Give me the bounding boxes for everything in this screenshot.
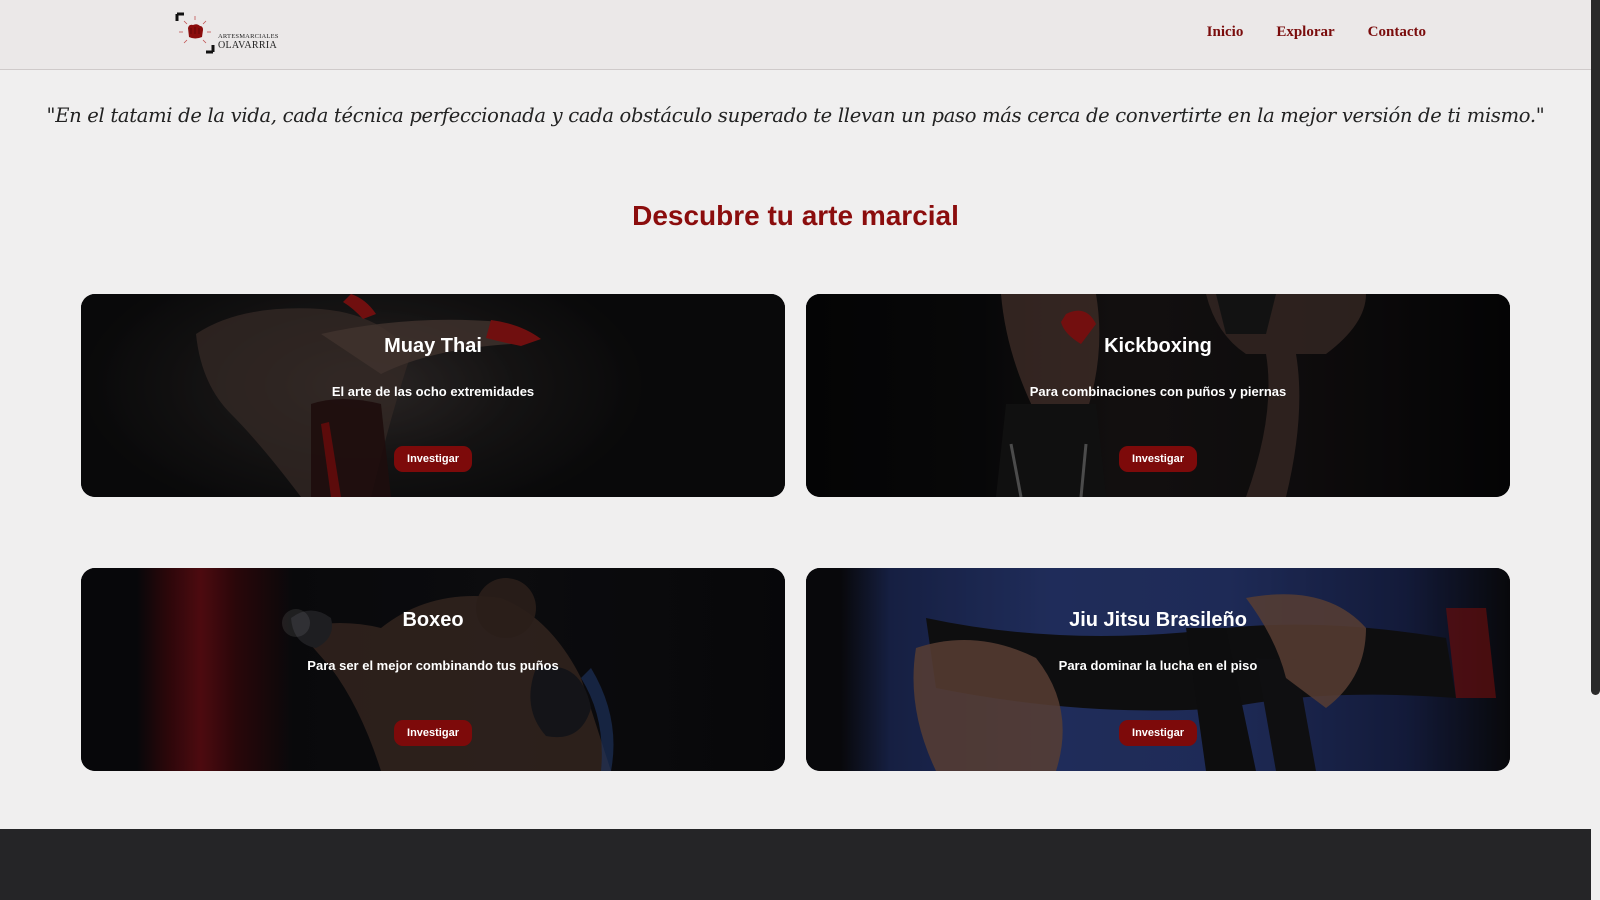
- brand-logo[interactable]: ARTESMARCIALES OLAVARRIA: [175, 12, 285, 54]
- card-subtitle: El arte de las ocho extremidades: [331, 384, 535, 399]
- footer: [0, 829, 1591, 900]
- card-title: Jiu Jitsu Brasileño: [1069, 609, 1247, 631]
- investigar-button[interactable]: Investigar: [1119, 446, 1197, 472]
- nav-link-contacto[interactable]: Contacto: [1368, 24, 1426, 41]
- card-kickboxing: Kickboxing Para combinaciones con puños …: [806, 294, 1510, 497]
- card-muay-thai: Muay Thai El arte de las ocho extremidad…: [81, 294, 785, 497]
- card-jiu-jitsu-brasileno: Jiu Jitsu Brasileño Para dominar la luch…: [806, 568, 1510, 771]
- vertical-scrollbar[interactable]: [1591, 0, 1600, 900]
- fist-logo-icon: [175, 12, 215, 54]
- nav-link-explorar[interactable]: Explorar: [1276, 24, 1334, 41]
- motivational-quote: "En el tatami de la vida, cada técnica p…: [46, 104, 1545, 127]
- navbar: ARTESMARCIALES OLAVARRIA Inicio Explorar…: [0, 0, 1591, 70]
- investigar-button[interactable]: Investigar: [1119, 720, 1197, 746]
- investigar-button[interactable]: Investigar: [394, 720, 472, 746]
- card-subtitle: Para ser el mejor combinando tus puños: [307, 658, 559, 673]
- card-title: Muay Thai: [384, 335, 482, 357]
- card-title: Kickboxing: [1104, 335, 1212, 357]
- card-subtitle: Para combinaciones con puños y piernas: [1029, 384, 1287, 399]
- card-boxeo: Boxeo Para ser el mejor combinando tus p…: [81, 568, 785, 771]
- investigar-button[interactable]: Investigar: [394, 446, 472, 472]
- card-title: Boxeo: [402, 609, 464, 631]
- main-nav: Inicio Explorar Contacto: [1207, 24, 1426, 41]
- brand-line-2: OLAVARRIA: [218, 40, 278, 51]
- scrollbar-thumb[interactable]: [1591, 0, 1600, 695]
- card-subtitle: Para dominar la lucha en el piso: [1058, 658, 1258, 673]
- section-title: Descubre tu arte marcial: [632, 200, 959, 231]
- nav-link-inicio[interactable]: Inicio: [1207, 24, 1244, 41]
- brand-line-1: ARTESMARCIALES: [218, 33, 279, 40]
